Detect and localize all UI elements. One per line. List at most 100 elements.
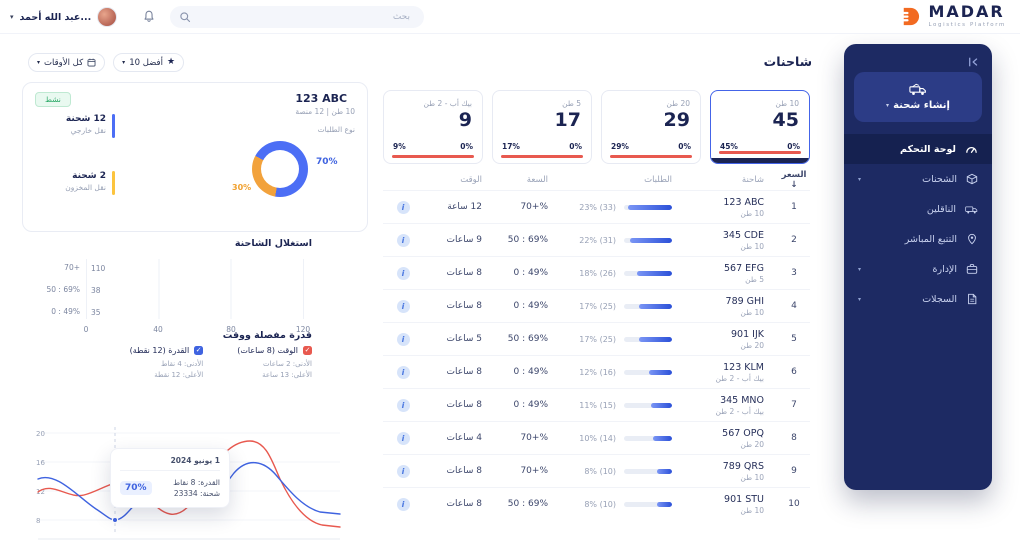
- time-cell: 5 ساعات: [446, 334, 482, 344]
- orders-label: 17% (25): [579, 334, 616, 344]
- bar-value: 38: [91, 285, 101, 295]
- capacity-cell: 0 : 49%: [513, 268, 548, 278]
- orders-label: 8% (10): [584, 466, 616, 476]
- info-icon[interactable]: i: [396, 431, 410, 445]
- capacity-checkbox[interactable]: ✓: [194, 346, 204, 355]
- kpi-pct-main: 17%: [502, 142, 520, 151]
- sidebar-item-live-tracking[interactable]: التتبع المباشر: [844, 224, 992, 254]
- table-row[interactable]: 9 789 QRS 10 طن 8% (10) 70+% 8 ساعات i: [383, 454, 810, 487]
- truck-header[interactable]: شاحنة: [682, 175, 778, 185]
- table-row[interactable]: 7 345 MNO بيك أب - 2 طن 11% (15) 0 : 49% …: [383, 388, 810, 421]
- table-row[interactable]: 3 567 EFG 5 طن 18% (26) 0 : 49% 8 ساعات i: [383, 256, 810, 289]
- top-10-filter[interactable]: ★ أفضل 10 ▾: [113, 53, 185, 72]
- sidebar-item-records[interactable]: السجلات ▾: [844, 284, 992, 314]
- kpi-progress-bar: [501, 155, 583, 158]
- capacity-cell: 50 : 69%: [507, 499, 548, 509]
- topbar: ▾ عبد الله أحمد... MADAR Logistics Platf…: [0, 0, 1020, 34]
- orders-label: 17% (25): [579, 301, 616, 311]
- y-tick: 20: [36, 430, 45, 438]
- sidebar-item-label: التتبع المباشر: [904, 233, 957, 245]
- kpi-card-pickup-2ton[interactable]: بيك أب - 2 طن 9 0% 9%: [383, 90, 483, 164]
- info-icon[interactable]: i: [396, 299, 410, 313]
- document-icon: [968, 293, 977, 305]
- utilization-chart: 70+ 50 : 69% 0 : 49% 110 38 35 0 40 80 1…: [22, 259, 322, 337]
- orders-header[interactable]: الطلبات: [550, 175, 682, 185]
- donut-main-percent: 70%: [316, 157, 338, 167]
- truck-subtitle: بيك أب - 2 طن: [715, 373, 764, 383]
- truck-subtitle: 5 طن: [745, 274, 764, 284]
- info-icon[interactable]: i: [396, 497, 410, 511]
- bar-category-label: 70+: [64, 263, 80, 272]
- truck-card-title: 123 ABC: [295, 92, 348, 105]
- create-shipment-button[interactable]: إنشاء شحنة ▾: [854, 72, 982, 122]
- kpi-card-10ton[interactable]: 10 طن 45 0% 45%: [710, 90, 810, 164]
- table-row[interactable]: 1 123 ABC 10 طن 23% (33) 70+% 12 ساعة i: [383, 190, 810, 223]
- user-menu[interactable]: ▾ عبد الله أحمد...: [10, 7, 118, 27]
- search-input[interactable]: [170, 6, 424, 28]
- capacity-cell: 0 : 49%: [513, 367, 548, 377]
- info-icon[interactable]: i: [396, 398, 410, 412]
- orders-label: 8% (10): [584, 499, 616, 509]
- legend-count: 2 شحنة: [72, 171, 106, 181]
- legend-color-bar: [112, 114, 115, 138]
- rank-header[interactable]: السعر ↓: [778, 170, 810, 190]
- sidebar-item-label: السجلات: [922, 293, 957, 305]
- time-cell: 9 ساعات: [446, 235, 482, 245]
- kpi-card-20ton[interactable]: 20 طن 29 0% 29%: [601, 90, 701, 164]
- order-types-label: نوع الطلبات: [317, 125, 355, 134]
- avatar[interactable]: [97, 7, 118, 27]
- utilization-title: استغلال الشاحنة: [234, 238, 312, 249]
- truck-subtitle: 10 طن: [740, 505, 764, 515]
- sidebar-item-label: لوحة التحكم: [900, 143, 956, 155]
- time-cell: 8 ساعات: [446, 400, 482, 410]
- table-row[interactable]: 6 123 KLM بيك أب - 2 طن 12% (16) 0 : 49% …: [383, 355, 810, 388]
- chevron-down-icon: ▾: [858, 175, 862, 183]
- sidebar-collapse-button[interactable]: [968, 53, 980, 72]
- table-row[interactable]: 4 789 GHI 10 طن 17% (25) 0 : 49% 8 ساعات …: [383, 289, 810, 322]
- orders-cell: 23% (33): [550, 203, 682, 212]
- time-cell: 8 ساعات: [446, 499, 482, 509]
- sidebar-item-administration[interactable]: الإدارة ▾: [844, 254, 992, 284]
- bell-icon: [144, 10, 154, 22]
- time-checkbox[interactable]: ✓: [303, 346, 312, 355]
- sidebar-item-label: الإدارة: [932, 263, 958, 275]
- user-name: عبد الله أحمد...: [19, 11, 92, 23]
- kpi-card-5ton[interactable]: 5 طن 17 0% 17%: [492, 90, 592, 164]
- donut-legend: 12 شحنة نقل خارجي 2 شحنة نقل المخزون: [35, 114, 115, 228]
- table-row[interactable]: 5 901 IJK 20 طن 17% (25) 50 : 69% 5 ساعات…: [383, 322, 810, 355]
- kpi-title: بيك أب - 2 طن: [423, 99, 472, 108]
- legend-count: 12 شحنة: [65, 114, 106, 124]
- time-range-filter[interactable]: كل الأوقات ▾: [28, 53, 106, 72]
- orders-cell: 17% (25): [550, 335, 682, 344]
- rank-cell: 4: [791, 301, 797, 311]
- orders-donut: [252, 141, 308, 197]
- info-icon[interactable]: i: [396, 464, 410, 478]
- capacity-time-chart: 20 16 12 8 1 يونيو 2024 القدرة: 8 نقاط ش…: [22, 417, 342, 547]
- sidebar-item-carriers[interactable]: الناقلين: [844, 194, 992, 224]
- capacity-min: الأدنى: 4 نقاط: [161, 360, 204, 368]
- orders-progress-bar: [624, 204, 672, 210]
- truck-name: 123 ABC: [723, 196, 764, 208]
- info-icon[interactable]: i: [396, 266, 410, 280]
- notifications-button[interactable]: [142, 9, 156, 28]
- sidebar-menu: لوحة التحكم الشحنات ▾ الناقلين التتبع ال…: [844, 134, 992, 314]
- time-cell: 8 ساعات: [446, 367, 482, 377]
- location-pin-icon: [968, 233, 976, 245]
- kpi-value: 17: [554, 109, 581, 131]
- time-header[interactable]: الوقت: [418, 175, 486, 185]
- rank-cell: 7: [791, 400, 797, 410]
- time-series-group: ✓ الوقت (8 ساعات) الأدنى: 2 ساعات الأعلى…: [237, 346, 312, 379]
- table-row[interactable]: 8 567 OPQ 20 طن 10% (14) 70+% 4 ساعات i: [383, 421, 810, 454]
- sidebar-item-shipments[interactable]: الشحنات ▾: [844, 164, 992, 194]
- kpi-pct-main: 29%: [611, 142, 629, 151]
- capacity-header[interactable]: السعة: [486, 175, 550, 185]
- info-icon[interactable]: i: [396, 365, 410, 379]
- info-icon[interactable]: i: [396, 200, 410, 214]
- table-row[interactable]: 10 901 STU 10 طن 8% (10) 50 : 69% 8 ساعات…: [383, 487, 810, 520]
- truck-name: 901 STU: [724, 493, 764, 505]
- info-icon[interactable]: i: [396, 233, 410, 247]
- info-icon[interactable]: i: [396, 332, 410, 346]
- table-row[interactable]: 2 345 CDE 10 طن 22% (31) 50 : 69% 9 ساعات…: [383, 223, 810, 256]
- sidebar-item-dashboard[interactable]: لوحة التحكم: [844, 134, 992, 164]
- chevron-down-icon: ▾: [858, 265, 862, 273]
